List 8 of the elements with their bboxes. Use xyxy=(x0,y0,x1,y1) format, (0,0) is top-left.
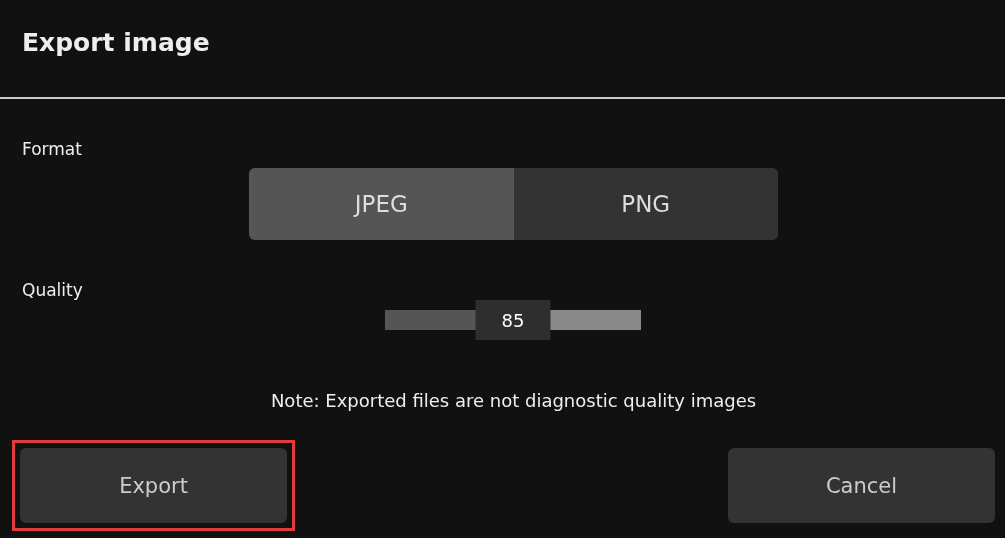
format-option[interactable]: JPEG xyxy=(249,168,514,240)
cancel-button[interactable]: Cancel xyxy=(728,448,995,523)
dialog-title: Export image xyxy=(0,0,1005,99)
quality-label: Quality xyxy=(22,280,84,302)
format-label: Format xyxy=(22,139,83,161)
note-text: Note: Exported files are not diagnostic quality images xyxy=(269,390,758,413)
export-button[interactable]: Export xyxy=(20,448,287,523)
slider-value[interactable]: 85 xyxy=(475,300,551,340)
